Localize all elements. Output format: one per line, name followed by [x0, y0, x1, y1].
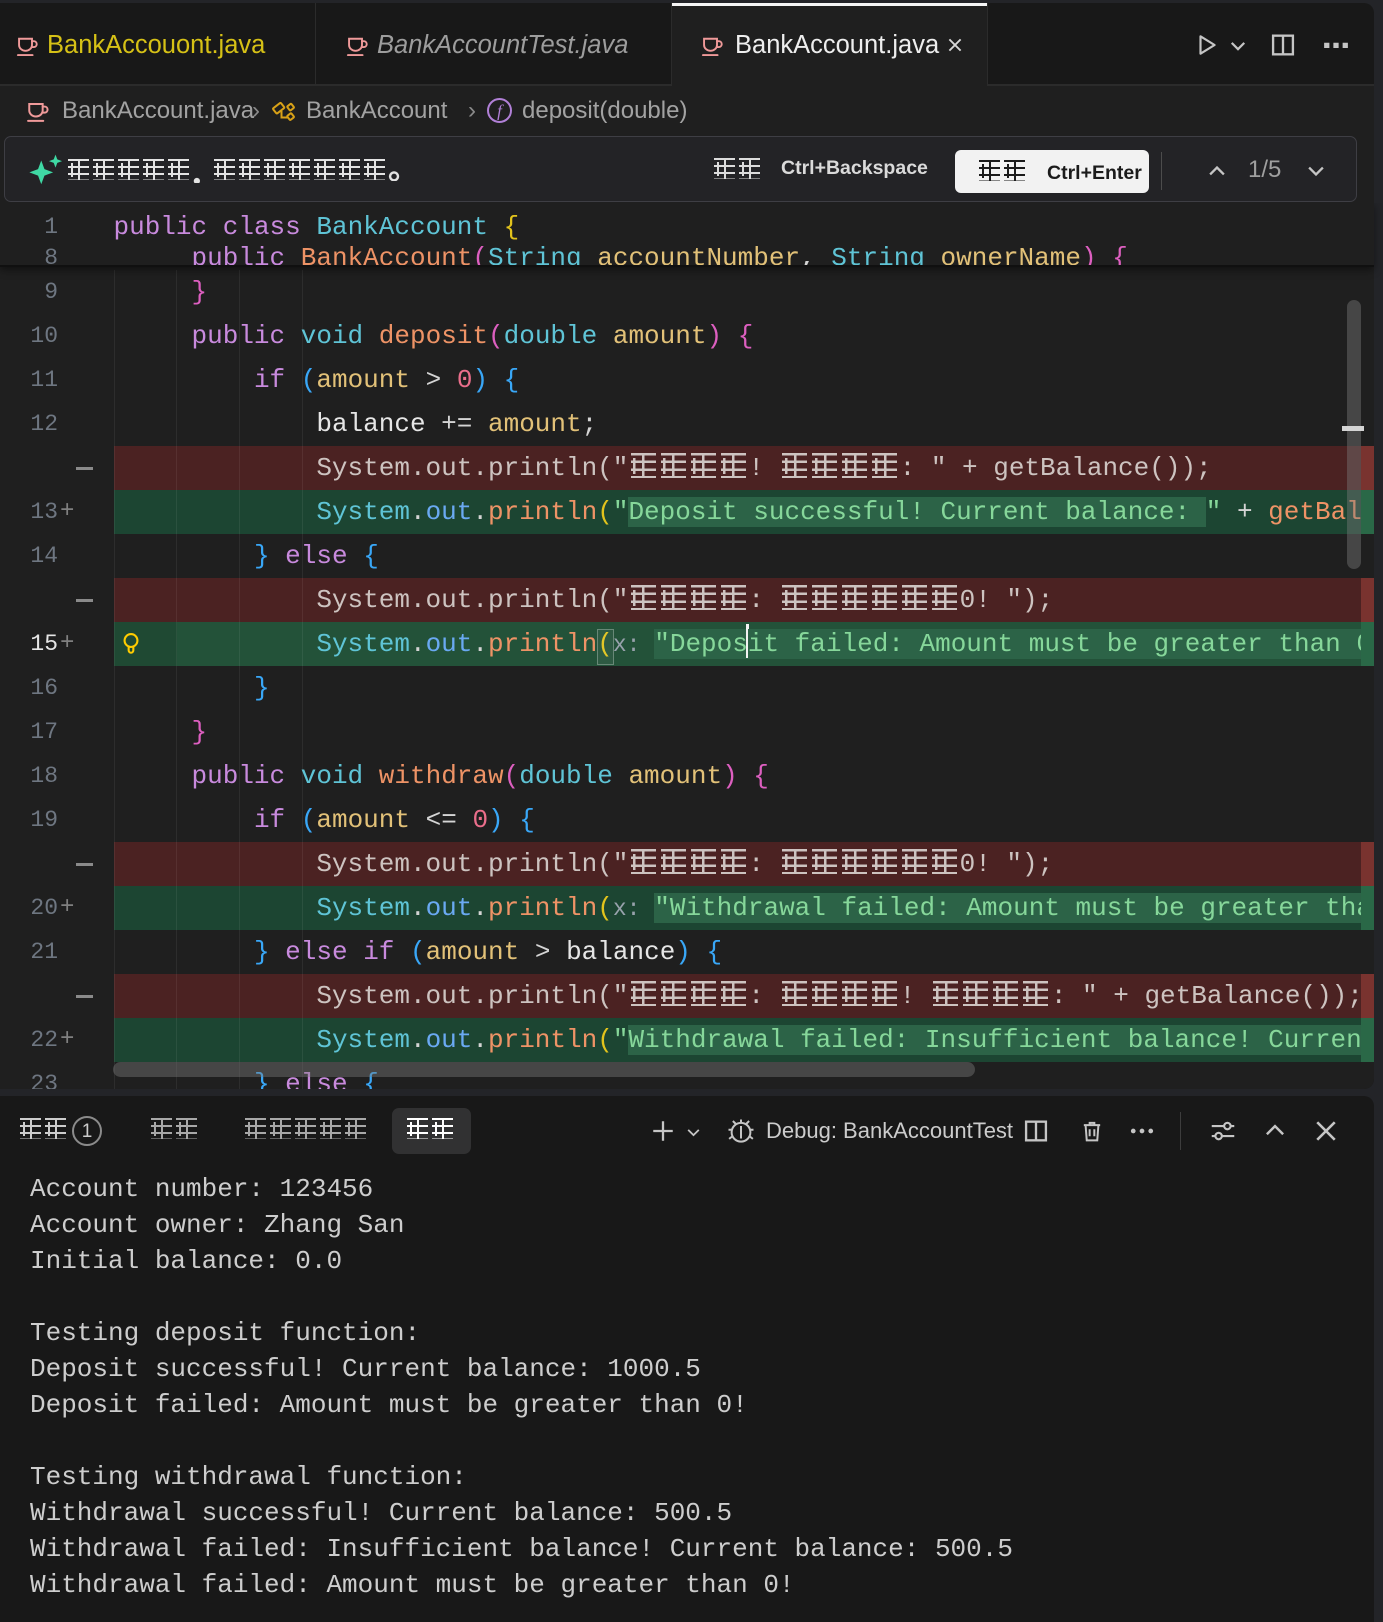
svg-text:f: f — [497, 102, 504, 121]
